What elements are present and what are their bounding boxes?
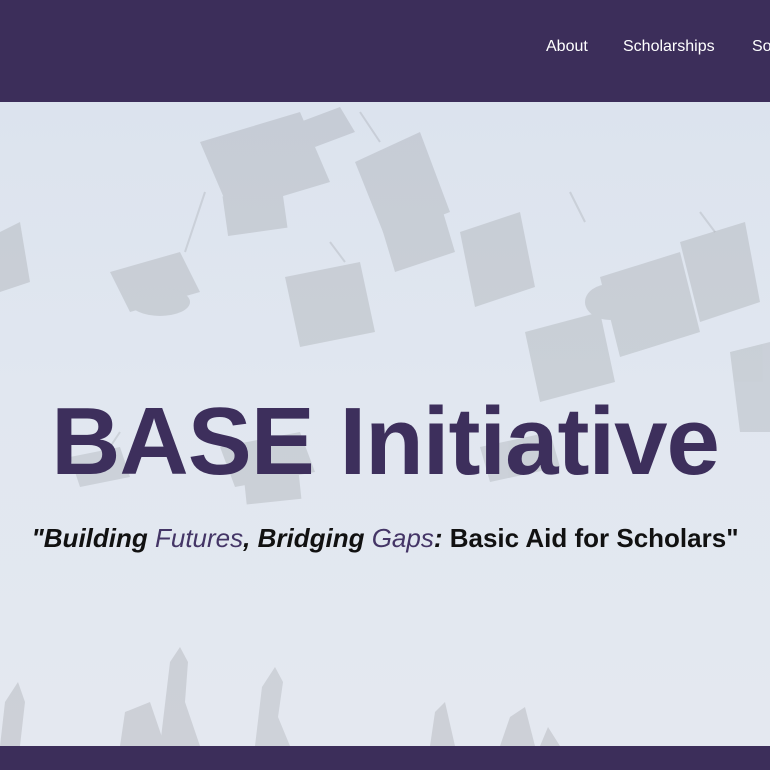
tagline-futures: Futures (154, 523, 244, 553)
top-navigation-bar: About Scholarships So (0, 0, 770, 102)
tagline-comma: , (243, 523, 258, 553)
tagline-close-quote: " (726, 523, 739, 553)
hero-title: BASE Initiative (51, 388, 720, 496)
tagline-gaps: Gaps (371, 523, 434, 553)
nav-link-scholarships[interactable]: Scholarships (623, 38, 715, 56)
hero-section: BASE Initiative "Building Futures, Bridg… (0, 102, 770, 746)
hero-tagline: "Building Futures, Bridging Gaps: Basic … (0, 523, 770, 554)
nav-link-about[interactable]: About (546, 38, 588, 56)
tagline-bridging: Bridging (257, 523, 372, 553)
tagline-rest: Basic Aid for Scholars (442, 523, 727, 553)
nav-link-truncated[interactable]: So (752, 38, 770, 56)
tagline-colon: : (433, 523, 443, 553)
tagline-open-quote: " (31, 523, 44, 553)
bottom-bar (0, 746, 770, 770)
tagline-building: Building (43, 523, 155, 553)
